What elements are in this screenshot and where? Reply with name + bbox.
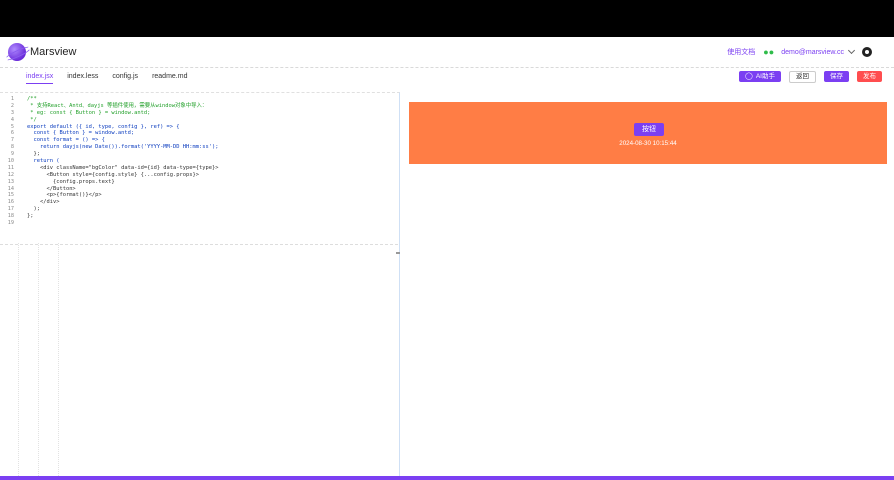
code-line[interactable]: const format = () => {: [27, 137, 218, 144]
line-number: 12: [7, 171, 14, 178]
save-button[interactable]: 保存: [824, 71, 849, 82]
code-line[interactable]: </div>: [27, 199, 218, 206]
code-line[interactable]: <Button style={config.style} {...config.…: [27, 172, 218, 179]
code-line[interactable]: export default ({ id, type, config }, re…: [27, 124, 218, 131]
code-lines[interactable]: /** * 支持React、Antd、dayjs 等插件使用，需要从window…: [27, 96, 218, 227]
code-line[interactable]: [27, 220, 218, 227]
line-number: 4: [10, 116, 14, 123]
line-number: 6: [10, 130, 14, 137]
tab-config-js[interactable]: config.js: [112, 73, 138, 84]
line-number: 1: [10, 96, 14, 102]
preview-button[interactable]: 按钮: [634, 123, 664, 136]
user-menu[interactable]: demo@marsview.cc: [781, 46, 856, 56]
indent-guide: [18, 243, 19, 480]
line-number: 17: [7, 206, 14, 213]
top-header: Marsview 使用文档 ●● demo@marsview.cc: [0, 37, 894, 68]
code-line[interactable]: );: [27, 206, 218, 213]
code-line[interactable]: };: [27, 213, 218, 220]
indent-guides: [0, 243, 398, 480]
code-line[interactable]: return (: [27, 158, 218, 165]
indent-guide: [38, 243, 39, 480]
line-number: 19: [7, 220, 14, 227]
line-number: 10: [7, 158, 14, 165]
code-line[interactable]: </Button>: [27, 186, 218, 193]
line-number: 3: [10, 109, 14, 116]
code-line[interactable]: <div className="bgColor" data-id={id} da…: [27, 165, 219, 172]
line-number: 14: [7, 185, 14, 192]
docs-link[interactable]: 使用文档: [727, 47, 755, 57]
line-number: 11: [7, 164, 14, 171]
user-email: demo@marsview.cc: [781, 48, 844, 56]
code-line[interactable]: };: [27, 151, 218, 158]
line-number: 9: [10, 151, 14, 158]
ai-assistant-button[interactable]: ◯ AI助手: [739, 71, 781, 82]
chevron-down-icon: [847, 46, 856, 55]
editor-splitter-handle[interactable]: [396, 252, 400, 254]
line-number: 8: [10, 144, 14, 151]
line-number: 7: [10, 137, 14, 144]
back-button[interactable]: 返回: [789, 71, 816, 83]
brand-name: Marsview: [30, 46, 77, 58]
marsview-logo-icon: [8, 43, 26, 61]
preview-panel: 按钮 2024-08-30 10:15:44: [409, 102, 887, 164]
line-number: 18: [7, 213, 14, 220]
wechat-icon[interactable]: ●●: [763, 48, 774, 57]
line-number: 16: [7, 199, 14, 206]
code-area[interactable]: 1 2 3 4 5 6 7 8 9 10 11 12 13 14 15 16 17 18 19 /** * 支持Re…: [0, 94, 398, 245]
line-number: 5: [10, 123, 14, 130]
preview-datetime: 2024-08-30 10:15:44: [619, 140, 677, 147]
ai-assistant-label: AI助手: [755, 73, 775, 80]
publish-button[interactable]: 发布: [857, 71, 882, 82]
tab-readme-md[interactable]: readme.md: [152, 73, 187, 84]
code-line[interactable]: <p>{format()}</p>: [27, 192, 218, 199]
tab-index-less[interactable]: index.less: [67, 73, 98, 84]
code-line[interactable]: * 支持React、Antd、dayjs 等插件使用，需要从window对象中导…: [27, 103, 218, 110]
line-numbers: 1 2 3 4 5 6 7 8 9 10 11 12 13 14 15 16 17 18 19: [0, 96, 14, 227]
code-editor[interactable]: 1 2 3 4 5 6 7 8 9 10 11 12 13 14 15 16 17 18 19 /** * 支持Re…: [0, 92, 400, 480]
toolbar-actions: ◯ AI助手 返回 保存 发布: [739, 71, 882, 83]
indent-guide: [58, 243, 59, 480]
code-line[interactable]: */: [27, 117, 218, 124]
line-number: 15: [7, 192, 14, 199]
line-number: 13: [7, 178, 14, 185]
bulb-icon: ◯: [745, 73, 753, 80]
github-icon[interactable]: [862, 47, 872, 57]
line-number: 2: [10, 102, 14, 109]
code-line[interactable]: return dayjs(new Date()).format('YYYY-MM…: [27, 144, 219, 151]
header-right: 使用文档 ●● demo@marsview.cc: [727, 46, 872, 57]
file-tabs: index.jsx index.less config.js readme.md: [26, 73, 201, 84]
tab-index-jsx[interactable]: index.jsx: [26, 73, 54, 84]
code-line[interactable]: * eg: const { Button } = window.antd;: [27, 110, 218, 117]
code-line[interactable]: const { Button } = window.antd;: [27, 130, 218, 137]
app-window: Marsview 使用文档 ●● demo@marsview.cc index.…: [0, 37, 894, 480]
code-line[interactable]: /**: [27, 96, 218, 103]
code-line[interactable]: {config.props.text}: [27, 179, 218, 186]
bottom-accent-bar: [0, 476, 894, 480]
